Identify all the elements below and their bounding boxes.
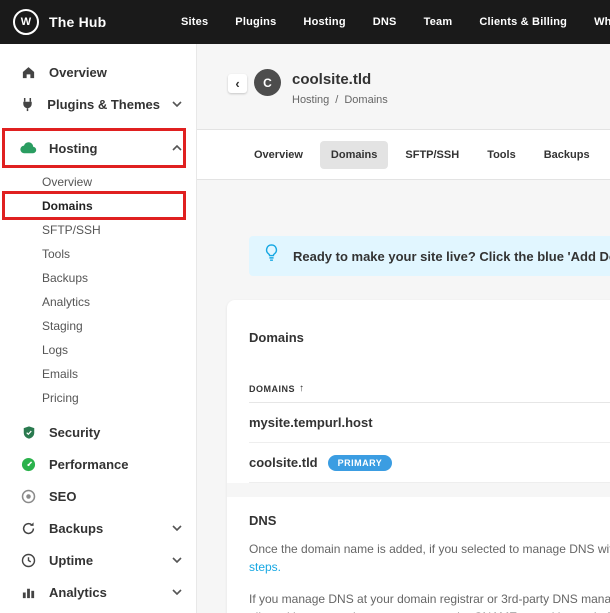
- notice-banner: Ready to make your site live? Click the …: [249, 236, 610, 276]
- sidebar-item-label: Backups: [49, 520, 104, 536]
- top-navigation: Sites Plugins Hosting DNS Team Clients &…: [181, 0, 610, 44]
- lightbulb-icon: [264, 244, 279, 268]
- sidebar-item-label: Uptime: [49, 552, 94, 568]
- page-header: ‹ C coolsite.tld Hosting / Domains: [197, 44, 610, 130]
- tab-analytics[interactable]: Analytics: [607, 141, 610, 169]
- target-icon: [20, 489, 37, 504]
- sidebar: Overview Plugins & Themes Hosting Overvi…: [0, 44, 197, 613]
- sidebar-subitem-logs[interactable]: Logs: [0, 338, 196, 362]
- sidebar-item-plugins-themes[interactable]: Plugins & Themes: [0, 88, 196, 120]
- domain-name: coolsite.tld: [249, 455, 318, 470]
- back-button[interactable]: ‹: [228, 74, 247, 93]
- sidebar-item-security[interactable]: Security: [0, 416, 196, 448]
- sidebar-item-uptime[interactable]: Uptime: [0, 544, 196, 576]
- cloud-icon: [20, 142, 37, 154]
- topnav-clients-billing[interactable]: Clients & Billing: [479, 16, 567, 28]
- sidebar-item-label: Performance: [49, 456, 129, 472]
- site-avatar: C: [254, 69, 281, 96]
- domains-column-header: DOMAINS: [249, 383, 295, 394]
- wpmudev-logo-icon: W: [13, 9, 39, 35]
- chevron-down-icon: [172, 589, 182, 595]
- sidebar-subitem-tools[interactable]: Tools: [0, 242, 196, 266]
- brand-title: The Hub: [49, 14, 107, 30]
- logo-letter: W: [20, 16, 32, 28]
- dns-section-title: DNS: [249, 513, 277, 528]
- primary-badge: PRIMARY: [327, 454, 393, 471]
- tab-sftp-ssh[interactable]: SFTP/SSH: [394, 141, 470, 169]
- dns-paragraph-2-line-1: If you manage DNS at your domain registr…: [249, 592, 610, 606]
- topnav-white-label[interactable]: White Label: [594, 16, 610, 28]
- sidebar-item-performance[interactable]: Performance: [0, 448, 196, 480]
- sidebar-subitem-emails[interactable]: Emails: [0, 362, 196, 386]
- main-content: ‹ C coolsite.tld Hosting / Domains Overv…: [197, 44, 610, 613]
- breadcrumb-separator: /: [335, 94, 339, 106]
- tab-domains[interactable]: Domains: [319, 140, 389, 169]
- sidebar-subitem-staging[interactable]: Staging: [0, 314, 196, 338]
- sidebar-item-backups[interactable]: Backups: [0, 512, 196, 544]
- home-icon: [20, 65, 37, 80]
- dns-paragraph-2-line-2: allowed by your registrar, you can use t…: [249, 608, 610, 613]
- breadcrumb: Hosting / Domains: [292, 94, 388, 106]
- tab-overview[interactable]: Overview: [243, 141, 314, 169]
- page-title: coolsite.tld: [292, 71, 372, 88]
- dns-paragraph-1-line-1: Once the domain name is added, if you se…: [249, 542, 610, 556]
- dns-paragraph-1: Once the domain name is added, if you se…: [249, 540, 610, 576]
- section-divider: [227, 483, 610, 497]
- steps-link[interactable]: steps.: [249, 560, 281, 574]
- breadcrumb-hosting[interactable]: Hosting: [292, 94, 329, 106]
- sidebar-subitem-domains[interactable]: Domains: [0, 194, 196, 218]
- sidebar-lower-group: Security Performance SEO Backups Uptime …: [0, 416, 196, 608]
- plugin-icon: [20, 97, 35, 112]
- breadcrumb-domains[interactable]: Domains: [344, 94, 387, 106]
- clock-icon: [20, 553, 37, 568]
- notice-text: Ready to make your site live? Click the …: [293, 248, 610, 264]
- topnav-plugins[interactable]: Plugins: [235, 16, 276, 28]
- sidebar-subitem-pricing[interactable]: Pricing: [0, 386, 196, 410]
- shield-icon: [20, 425, 37, 440]
- sidebar-subitem-overview[interactable]: Overview: [0, 170, 196, 194]
- refresh-icon: [20, 521, 37, 536]
- topnav-sites[interactable]: Sites: [181, 16, 208, 28]
- sidebar-item-label: SEO: [49, 488, 77, 504]
- topnav-hosting[interactable]: Hosting: [303, 16, 345, 28]
- tab-backups[interactable]: Backups: [533, 141, 601, 169]
- topbar: W The Hub Sites Plugins Hosting DNS Team…: [0, 0, 610, 44]
- bar-chart-icon: [20, 585, 37, 600]
- sidebar-item-label: Analytics: [49, 584, 107, 600]
- sidebar-item-label: Security: [49, 424, 101, 440]
- sidebar-item-analytics[interactable]: Analytics: [0, 576, 196, 608]
- table-header-row: DOMAINS ↑: [249, 383, 610, 403]
- gauge-icon: [20, 457, 37, 472]
- sidebar-item-hosting[interactable]: Hosting: [0, 132, 196, 164]
- tab-bar: Overview Domains SFTP/SSH Tools Backups …: [197, 130, 610, 180]
- topnav-dns[interactable]: DNS: [373, 16, 397, 28]
- sidebar-item-label: Hosting: [49, 140, 98, 156]
- sidebar-subitem-sftp-ssh[interactable]: SFTP/SSH: [0, 218, 196, 242]
- chevron-up-icon: [172, 145, 182, 151]
- table-row[interactable]: coolsite.tld PRIMARY: [249, 443, 610, 483]
- table-row[interactable]: mysite.tempurl.host: [249, 403, 610, 443]
- sidebar-item-seo[interactable]: SEO: [0, 480, 196, 512]
- domains-card: Domains DOMAINS ↑ mysite.tempurl.host co…: [227, 300, 610, 613]
- domain-name: mysite.tempurl.host: [249, 415, 373, 430]
- domains-section-title: Domains: [249, 330, 304, 345]
- sidebar-item-overview[interactable]: Overview: [0, 56, 196, 88]
- sidebar-subitem-backups[interactable]: Backups: [0, 266, 196, 290]
- sort-asc-icon[interactable]: ↑: [299, 383, 304, 394]
- topnav-team[interactable]: Team: [424, 16, 453, 28]
- chevron-down-icon: [172, 101, 182, 107]
- chevron-down-icon: [172, 557, 182, 563]
- sidebar-subitem-analytics[interactable]: Analytics: [0, 290, 196, 314]
- chevron-down-icon: [172, 525, 182, 531]
- hosting-submenu: Overview Domains SFTP/SSH Tools Backups …: [0, 170, 196, 410]
- sidebar-item-label: Plugins & Themes: [47, 96, 160, 112]
- dns-paragraph-2: If you manage DNS at your domain registr…: [249, 590, 610, 613]
- brand[interactable]: W The Hub: [0, 9, 106, 35]
- tab-tools[interactable]: Tools: [476, 141, 527, 169]
- dns-section: DNS Once the domain name is added, if yo…: [249, 497, 610, 613]
- sidebar-item-label: Overview: [49, 64, 107, 80]
